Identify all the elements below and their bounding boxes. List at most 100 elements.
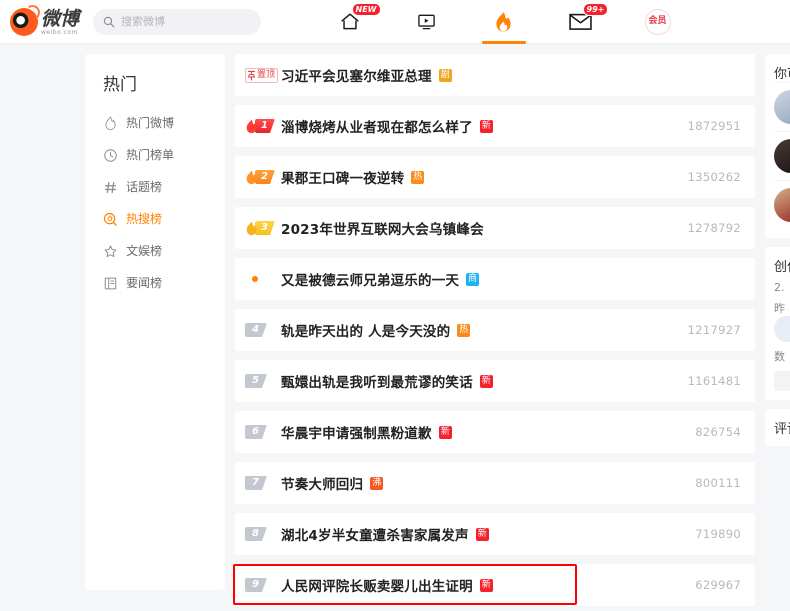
hot-item-title[interactable]: 果郡王口碑一夜逆转 bbox=[281, 167, 404, 187]
rank-cell: 1 bbox=[245, 119, 281, 134]
rank-cell: 置顶 bbox=[245, 67, 281, 83]
hot-item-title[interactable]: 习近平会见塞尔维亚总理 bbox=[281, 65, 432, 85]
message-count-badge: 99+ bbox=[582, 2, 609, 16]
avatar bbox=[774, 139, 790, 173]
hot-item-title[interactable]: 华晨宇申请强制黑粉道歉 bbox=[281, 422, 432, 442]
rank-number: 9 bbox=[245, 578, 267, 592]
comments-title: 评论 bbox=[774, 422, 790, 437]
hot-list-row[interactable]: 4 轨是昨天出的 人是今天没的 热 1217927 bbox=[235, 309, 755, 351]
flame-icon bbox=[246, 221, 257, 235]
suggested-users-card: 你可 bbox=[765, 54, 790, 238]
rank-cell: 8 bbox=[245, 527, 281, 541]
pin-icon bbox=[247, 70, 256, 81]
hot-item-title[interactable]: 湖北4岁半女童遭杀害家属发声 bbox=[281, 524, 469, 544]
hot-item-title[interactable]: 轨是昨天出的 人是今天没的 bbox=[281, 320, 450, 340]
hot-item-tag: 新 bbox=[475, 527, 489, 541]
hot-item-count: 1278792 bbox=[687, 221, 741, 235]
avatar bbox=[774, 188, 790, 222]
rank-number: 6 bbox=[245, 425, 267, 439]
star-icon bbox=[104, 245, 117, 257]
hot-item-count: 1872951 bbox=[687, 119, 741, 133]
hot-list-row-highlighted[interactable]: 9 人民网评院长贩卖婴儿出生证明 新 629967 bbox=[235, 564, 755, 606]
hot-item-tag: 热 bbox=[411, 170, 425, 184]
weibo-eye-icon bbox=[10, 7, 38, 36]
rank-cell: 9 bbox=[245, 578, 281, 592]
nav-item-hot[interactable] bbox=[465, 0, 542, 44]
nav-item-video[interactable] bbox=[388, 0, 465, 44]
left-gutter bbox=[0, 54, 85, 611]
home-new-badge: NEW bbox=[351, 2, 381, 16]
hot-item-tag: 新 bbox=[479, 374, 493, 388]
rank-cell: 6 bbox=[245, 425, 281, 439]
rank-badge-3: 3 bbox=[245, 221, 275, 236]
promoted-dot-icon bbox=[252, 276, 258, 282]
page-body: 热门 热门微博 热门榜单 话题榜 热搜榜 文娱榜 要闻榜 置顶 习近平会见塞尔维… bbox=[0, 44, 790, 611]
comments-card: 评论 bbox=[765, 409, 790, 446]
hot-list-row-pinned[interactable]: 置顶 习近平会见塞尔维亚总理 剧 bbox=[235, 54, 755, 96]
rank-cell: 3 bbox=[245, 221, 281, 236]
search-input[interactable] bbox=[121, 15, 252, 28]
suggested-users-title: 你可 bbox=[774, 67, 790, 82]
sidebar-label: 热搜榜 bbox=[126, 212, 163, 226]
rank-cell: 4 bbox=[245, 323, 281, 337]
right-sidebar: 你可 创作 2. 昨 数 评论 bbox=[765, 54, 790, 611]
hot-list-row[interactable]: 1 淄博烧烤从业者现在都怎么样了 新 1872951 bbox=[235, 105, 755, 147]
hot-item-tag: 新 bbox=[438, 425, 452, 439]
sidebar-item-hot-ranking[interactable]: 热门榜单 bbox=[85, 139, 225, 171]
rank-number: 8 bbox=[245, 527, 267, 541]
hot-item-count: 1161481 bbox=[687, 374, 741, 388]
rank-badge-1: 1 bbox=[245, 119, 275, 134]
weibo-logo[interactable]: 微博 weibo.com bbox=[10, 7, 80, 36]
hot-item-tag: 商 bbox=[466, 272, 480, 286]
hot-item-title[interactable]: 淄博烧烤从业者现在都怎么样了 bbox=[281, 116, 473, 136]
hot-item-tag: 热 bbox=[457, 323, 471, 337]
hot-item-tag: 剧 bbox=[438, 68, 452, 82]
sidebar-label: 话题榜 bbox=[126, 180, 163, 194]
creator-center-title: 创作 bbox=[774, 260, 790, 275]
sidebar-item-hot-search[interactable]: 热搜榜 bbox=[85, 203, 225, 235]
hot-search-list: 置顶 习近平会见塞尔维亚总理 剧 1 淄博烧烤从业者现在都怎么样了 新 1872… bbox=[233, 54, 755, 611]
hot-list-row[interactable]: 3 2023年世界互联网大会乌镇峰会 1278792 bbox=[235, 207, 755, 249]
hot-item-title[interactable]: 甄嬛出轨是我听到最荒谬的笑话 bbox=[281, 371, 473, 391]
hot-list-row[interactable]: 7 节奏大师回归 沸 800111 bbox=[235, 462, 755, 504]
sidebar-label: 要闻榜 bbox=[126, 276, 163, 290]
rank-badge-2: 2 bbox=[245, 170, 275, 185]
nav-item-home[interactable]: NEW bbox=[311, 0, 388, 44]
hot-item-title[interactable]: 又是被德云师兄弟逗乐的一天 bbox=[281, 269, 459, 289]
clock-icon bbox=[104, 148, 117, 162]
hot-item-title[interactable]: 人民网评院长贩卖婴儿出生证明 bbox=[281, 575, 473, 595]
hot-item-title[interactable]: 2023年世界互联网大会乌镇峰会 bbox=[281, 218, 484, 238]
hot-list-row[interactable]: 5 甄嬛出轨是我听到最荒谬的笑话 新 1161481 bbox=[235, 360, 755, 402]
list-item[interactable] bbox=[774, 131, 790, 180]
search-icon bbox=[103, 16, 115, 27]
list-item[interactable] bbox=[774, 82, 790, 131]
hot-item-tag: 新 bbox=[479, 119, 493, 133]
sidebar-label: 文娱榜 bbox=[126, 244, 163, 258]
hot-list-row[interactable]: 6 华晨宇申请强制黑粉道歉 新 826754 bbox=[235, 411, 755, 453]
rank-cell: 2 bbox=[245, 170, 281, 185]
sidebar-item-hot-weibo[interactable]: 热门微博 bbox=[85, 107, 225, 139]
sidebar-item-entertainment-ranking[interactable]: 文娱榜 bbox=[85, 235, 225, 267]
nav-item-vip[interactable]: 会员 bbox=[619, 0, 696, 44]
sidebar-item-news-ranking[interactable]: 要闻榜 bbox=[85, 267, 225, 299]
logo-text-en: weibo.com bbox=[41, 28, 78, 36]
flame-outline-icon bbox=[105, 115, 116, 130]
rank-cell: 7 bbox=[245, 476, 281, 490]
pinned-badge-label: 置顶 bbox=[257, 69, 276, 80]
search-box[interactable] bbox=[93, 8, 262, 35]
nav-item-message[interactable]: 99+ bbox=[542, 0, 619, 44]
creator-chart-placeholder bbox=[774, 316, 790, 342]
hot-list-row-promoted[interactable]: 又是被德云师兄弟逗乐的一天 商 bbox=[235, 258, 755, 300]
hot-item-title[interactable]: 节奏大师回归 bbox=[281, 473, 363, 493]
list-item[interactable] bbox=[774, 180, 790, 229]
sidebar-title: 热门 bbox=[103, 75, 137, 95]
stats-placeholder bbox=[774, 371, 790, 391]
logo-text-cn: 微博 bbox=[41, 7, 80, 30]
hash-icon bbox=[105, 181, 116, 193]
hot-list-row[interactable]: 8 湖北4岁半女童遭杀害家属发声 新 719890 bbox=[235, 513, 755, 555]
stats-label: 数 bbox=[774, 350, 785, 363]
sidebar-item-topic-ranking[interactable]: 话题榜 bbox=[85, 171, 225, 203]
hot-item-tag: 新 bbox=[479, 578, 493, 592]
avatar bbox=[774, 90, 790, 124]
hot-list-row[interactable]: 2 果郡王口碑一夜逆转 热 1350262 bbox=[235, 156, 755, 198]
